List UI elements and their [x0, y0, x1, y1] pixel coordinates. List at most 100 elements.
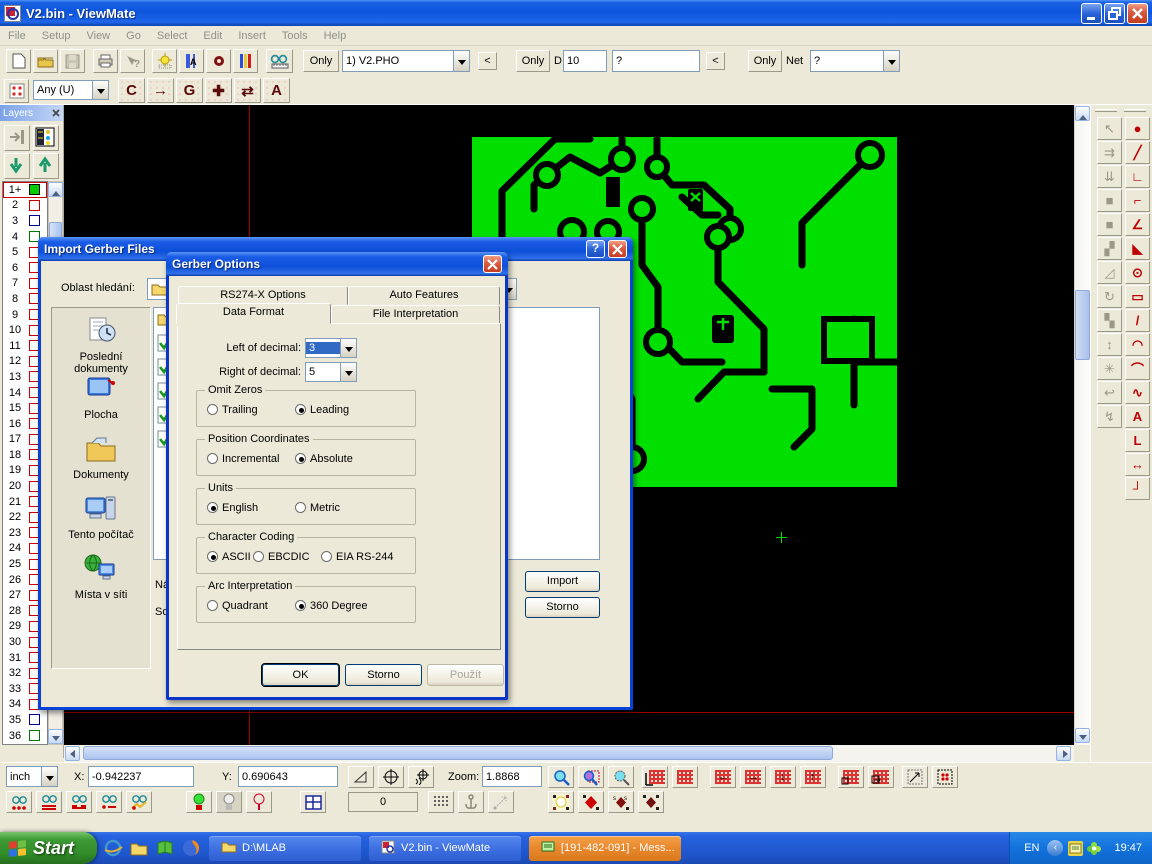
- rectangle-draw-tool[interactable]: ▭: [1125, 285, 1150, 308]
- layer-combo-arrow-icon[interactable]: [453, 51, 469, 71]
- layer-combo[interactable]: 1) V2.PHO: [342, 50, 470, 72]
- highlight-off-button[interactable]: [216, 791, 242, 813]
- aperture-tool-4-button[interactable]: ✚: [205, 78, 232, 103]
- shear-tool[interactable]: ◿: [1097, 261, 1122, 284]
- view-traces-button[interactable]: [36, 791, 62, 813]
- snap-grid-button[interactable]: [428, 791, 454, 813]
- aperture-tool-2-button[interactable]: →: [147, 78, 174, 103]
- grid-toggle-button[interactable]: [672, 766, 698, 788]
- draw-flash-button[interactable]: [548, 791, 574, 813]
- tray-icq-icon[interactable]: [1087, 841, 1102, 856]
- menu-select[interactable]: Select: [149, 30, 196, 42]
- layer-color-swatch[interactable]: [29, 200, 40, 211]
- menu-insert[interactable]: Insert: [230, 30, 274, 42]
- circle-draw-tool[interactable]: ⊙: [1125, 261, 1150, 284]
- view-highlight-button[interactable]: [126, 791, 152, 813]
- menu-go[interactable]: Go: [118, 30, 149, 42]
- menu-file[interactable]: File: [0, 30, 34, 42]
- layer-color-swatch[interactable]: [29, 730, 40, 741]
- language-indicator[interactable]: EN: [1024, 842, 1039, 854]
- horizontal-scrollbar[interactable]: [64, 745, 1074, 762]
- gerber-dialog-title-bar[interactable]: Gerber Options: [166, 252, 508, 276]
- pan-right-button[interactable]: →: [740, 766, 766, 788]
- radio-leading[interactable]: Leading: [295, 404, 349, 416]
- new-file-button[interactable]: [6, 49, 31, 73]
- zoom-input[interactable]: 1.8868: [482, 766, 542, 787]
- corner-draw-tool[interactable]: ┘: [1125, 477, 1150, 500]
- radio-button-icon[interactable]: [295, 404, 306, 415]
- scale-tool[interactable]: ▚: [1097, 309, 1122, 332]
- zoom-window-button[interactable]: [608, 766, 634, 788]
- tab-file-interpretation[interactable]: File Interpretation: [331, 305, 500, 324]
- line-draw-tool[interactable]: ╱: [1125, 141, 1150, 164]
- text-draw-tool[interactable]: A: [1125, 405, 1150, 428]
- scroll-up-icon[interactable]: [1075, 106, 1090, 121]
- split-view-button[interactable]: [300, 791, 326, 813]
- width-draw-tool[interactable]: ↔: [1125, 453, 1150, 476]
- polyline-draw-tool[interactable]: ∟: [1125, 165, 1150, 188]
- layer-color-swatch[interactable]: [29, 714, 40, 725]
- horizontal-scroll-thumb[interactable]: [83, 746, 833, 760]
- radio-quadrant[interactable]: Quadrant: [207, 600, 268, 612]
- save-button[interactable]: [60, 49, 85, 73]
- gear-tool[interactable]: ✳: [1097, 357, 1122, 380]
- radio-button-icon[interactable]: [321, 551, 332, 562]
- highlight-on-button[interactable]: [186, 791, 212, 813]
- place-recent-documents[interactable]: Poslední dokumenty: [52, 316, 150, 375]
- import-cancel-button[interactable]: Storno: [525, 597, 600, 618]
- radio-ebcdic[interactable]: EBCDIC: [253, 551, 310, 563]
- radio-360-degree[interactable]: 360 Degree: [295, 600, 368, 612]
- radio-button-icon[interactable]: [207, 453, 218, 464]
- grid-settings-button[interactable]: [642, 766, 668, 788]
- reroute-tool[interactable]: ↯: [1097, 405, 1122, 428]
- radio-eia-rs-244[interactable]: EIA RS-244: [321, 551, 393, 563]
- start-button[interactable]: Start: [0, 832, 97, 864]
- layers-scroll-up-icon[interactable]: [48, 182, 63, 197]
- radio-incremental[interactable]: Incremental: [207, 453, 279, 465]
- gerber-dialog-close-button[interactable]: [483, 255, 502, 273]
- label-draw-tool[interactable]: L: [1125, 429, 1150, 452]
- apply-button[interactable]: Použít: [427, 664, 504, 686]
- menu-view[interactable]: View: [78, 30, 118, 42]
- probe-light-button[interactable]: [246, 791, 272, 813]
- menu-edit[interactable]: Edit: [195, 30, 230, 42]
- view-selection-button[interactable]: [96, 791, 122, 813]
- place-computer[interactable]: Tento počítač: [52, 494, 150, 541]
- only-dcode-button[interactable]: Only: [516, 50, 550, 72]
- close-button[interactable]: [1127, 3, 1148, 24]
- gerber-cancel-button[interactable]: Storno: [345, 664, 422, 686]
- layer-row-1[interactable]: 1+: [3, 182, 47, 198]
- radio-button-icon[interactable]: [207, 600, 218, 611]
- curve-draw-tool[interactable]: ∿: [1125, 381, 1150, 404]
- move-forward-tool[interactable]: ⇉: [1097, 141, 1122, 164]
- relative-origin-button[interactable]: [408, 766, 434, 788]
- layer-up-button[interactable]: [33, 153, 59, 179]
- angle-draw-tool[interactable]: ∠: [1125, 213, 1150, 236]
- open-file-button[interactable]: [33, 49, 58, 73]
- menu-setup[interactable]: Setup: [34, 30, 79, 42]
- elbow-draw-tool[interactable]: ⌐: [1125, 189, 1150, 212]
- radio-english[interactable]: English: [207, 502, 258, 514]
- menu-tools[interactable]: Tools: [274, 30, 316, 42]
- aperture-tool-6-button[interactable]: A: [263, 78, 290, 103]
- origin-button[interactable]: [378, 766, 404, 788]
- right-of-decimal-combo[interactable]: 5: [305, 362, 357, 382]
- vector-snap-button[interactable]: [488, 791, 514, 813]
- slash-draw-tool[interactable]: /: [1125, 309, 1150, 332]
- draw-pad-rotated-button[interactable]: ss: [608, 791, 634, 813]
- quicklaunch-firefox-icon[interactable]: [181, 838, 201, 858]
- move-back-tool[interactable]: ⇊: [1097, 165, 1122, 188]
- radio-absolute[interactable]: Absolute: [295, 453, 353, 465]
- rotate-tool[interactable]: ↻: [1097, 285, 1122, 308]
- net-combo-arrow-icon[interactable]: [883, 51, 899, 71]
- layer-table-button[interactable]: [33, 125, 59, 151]
- net-combo[interactable]: ?: [810, 50, 900, 72]
- pad-draw-tool[interactable]: ●: [1125, 117, 1150, 140]
- aperture-list-button[interactable]: A: [179, 49, 204, 73]
- radio-button-icon[interactable]: [295, 453, 306, 464]
- aperture-tool-5-button[interactable]: ⇄: [234, 78, 261, 103]
- dcode-view-button[interactable]: [206, 49, 231, 73]
- dcode-input[interactable]: 10: [563, 50, 607, 72]
- layer-row-36[interactable]: 36: [3, 728, 47, 744]
- place-documents[interactable]: Dokumenty: [52, 434, 150, 481]
